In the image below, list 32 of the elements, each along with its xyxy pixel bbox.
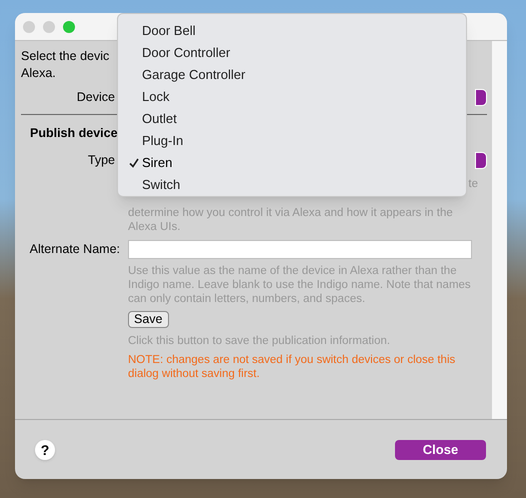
menu-item[interactable]: Switch xyxy=(142,175,180,195)
help-text: te xyxy=(468,177,478,192)
field-label: Type xyxy=(86,152,115,169)
warning-text: NOTE: changes are not saved if you switch devices or close this xyxy=(128,353,456,368)
window-control-icon[interactable] xyxy=(43,20,55,32)
save-button[interactable]: Save xyxy=(128,311,168,328)
menu-item[interactable]: Outlet xyxy=(142,109,177,129)
close-button[interactable]: Close xyxy=(395,440,486,460)
alternate-name-field[interactable] xyxy=(128,240,472,260)
field-label: Device xyxy=(76,88,115,106)
popup-button[interactable] xyxy=(475,88,487,106)
menu-item[interactable]: Door Controller xyxy=(142,43,230,63)
intro-text: Alexa. xyxy=(21,65,56,82)
menu-item[interactable]: Siren xyxy=(142,153,172,173)
help-text: Use this value as the name of the device in Alexa rather than the xyxy=(128,264,457,278)
help-text: Alexa UIs. xyxy=(128,220,180,234)
field-label: Alternate Name: xyxy=(28,241,120,258)
menu-item[interactable]: Door Bell xyxy=(142,21,196,41)
section-title: Publish device xyxy=(30,125,118,141)
menu-item[interactable]: Garage Controller xyxy=(142,65,246,85)
help-text: determine how you control it via Alexa and how it appears in the xyxy=(128,206,453,220)
help-text: can only contain letters, numbers, and spaces. xyxy=(128,292,366,306)
window-control-icon[interactable] xyxy=(23,20,35,32)
help-text: Click this button to save the publication information. xyxy=(128,334,390,348)
intro-text: Select the devic xyxy=(21,48,110,65)
help-text: Indigo name. Leave blank to use the Indigo name. Note that names xyxy=(128,278,471,292)
menu-item[interactable]: Plug-In xyxy=(142,131,184,151)
window-control-icon[interactable] xyxy=(63,20,75,32)
menu-item[interactable]: Lock xyxy=(142,87,170,107)
warning-text: dialog without saving first. xyxy=(128,367,260,382)
help-button[interactable]: ? xyxy=(35,440,55,460)
popup-button[interactable] xyxy=(475,152,487,168)
